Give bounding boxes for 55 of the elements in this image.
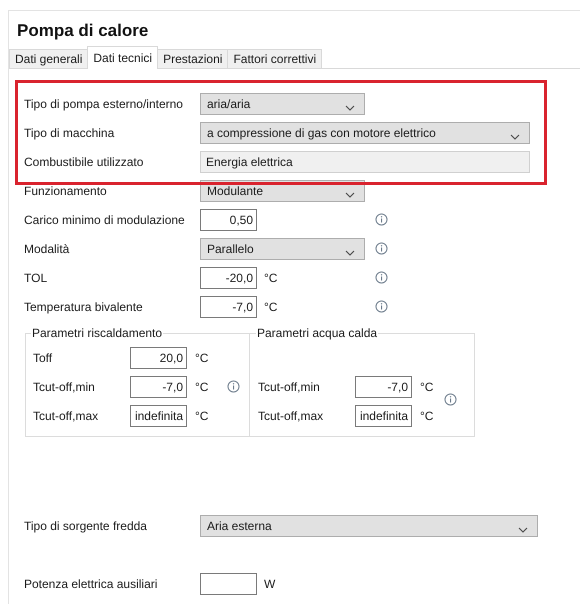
input-field[interactable]: -7,0 [130,376,187,398]
chevron-icon [518,526,528,532]
chevron-icon [345,192,355,198]
field-label: Toff [33,350,54,364]
group-title: Parametri riscaldamento [31,326,164,340]
input-field[interactable]: 0,50 [200,208,257,230]
unit-label: °C [420,380,434,394]
field-label: Tcut-off,max [258,408,324,422]
field-label: Modalità [24,242,70,256]
group-title: Parametri acqua calda [256,326,378,340]
field-label: Tcut-off,max [33,408,100,422]
input-field[interactable]: indefinita [130,404,187,426]
dropdown[interactable]: aria/aria [200,92,365,114]
unit-label: °C [264,270,278,284]
field-label: Carico minimo di modulazione [24,212,186,226]
unit-label: °C [420,408,434,422]
tab[interactable]: Prestazioni [157,49,228,68]
info-icon[interactable] [375,242,388,255]
chevron-icon [345,250,355,256]
input-field[interactable] [200,572,257,594]
info-icon[interactable] [444,393,457,406]
unit-label: °C [195,408,208,422]
field-label: Tipo di pompa esterno/interno [24,96,184,110]
unit-label: °C [195,380,208,394]
dropdown[interactable]: Parallelo [200,238,365,260]
field-label: Combustibile utilizzato [24,154,144,168]
field-label: Tipo di macchina [24,126,116,140]
tab[interactable]: Dati generali [9,49,88,68]
info-icon[interactable] [375,271,388,284]
input-field[interactable]: 20,0 [130,346,187,368]
readonly-field: Energia elettrica [200,150,530,172]
info-icon[interactable] [375,213,388,226]
panel-title: Pompa di calore [16,20,150,42]
field-label: Temperatura bivalente [24,300,144,314]
field-label: Funzionamento [24,184,108,198]
chevron-icon [510,134,520,140]
field-label: Potenza elettrica ausiliari [24,576,158,590]
tab[interactable]: Fattori correttivi [227,49,322,68]
field-label: Tcut-off,min [33,380,96,394]
input-field[interactable]: -7,0 [200,296,257,318]
tab[interactable]: Dati tecnici [87,46,158,69]
input-field[interactable]: -7,0 [355,376,412,398]
dropdown[interactable]: Aria esterna [200,514,538,536]
field-label: Tipo di sorgente fredda [24,518,148,532]
unit-label: °C [264,300,278,314]
unit-label: °C [195,350,208,364]
unit-label: W [264,576,276,590]
input-field[interactable]: indefinita [355,404,412,426]
input-field[interactable]: -20,0 [200,266,257,288]
field-label: Tcut-off,min [258,380,321,394]
chevron-icon [345,104,355,110]
field-label: TOL [24,270,48,284]
dropdown[interactable]: a compressione di gas con motore elettrico [200,122,530,144]
info-icon[interactable] [375,300,388,313]
info-icon[interactable] [227,380,240,393]
